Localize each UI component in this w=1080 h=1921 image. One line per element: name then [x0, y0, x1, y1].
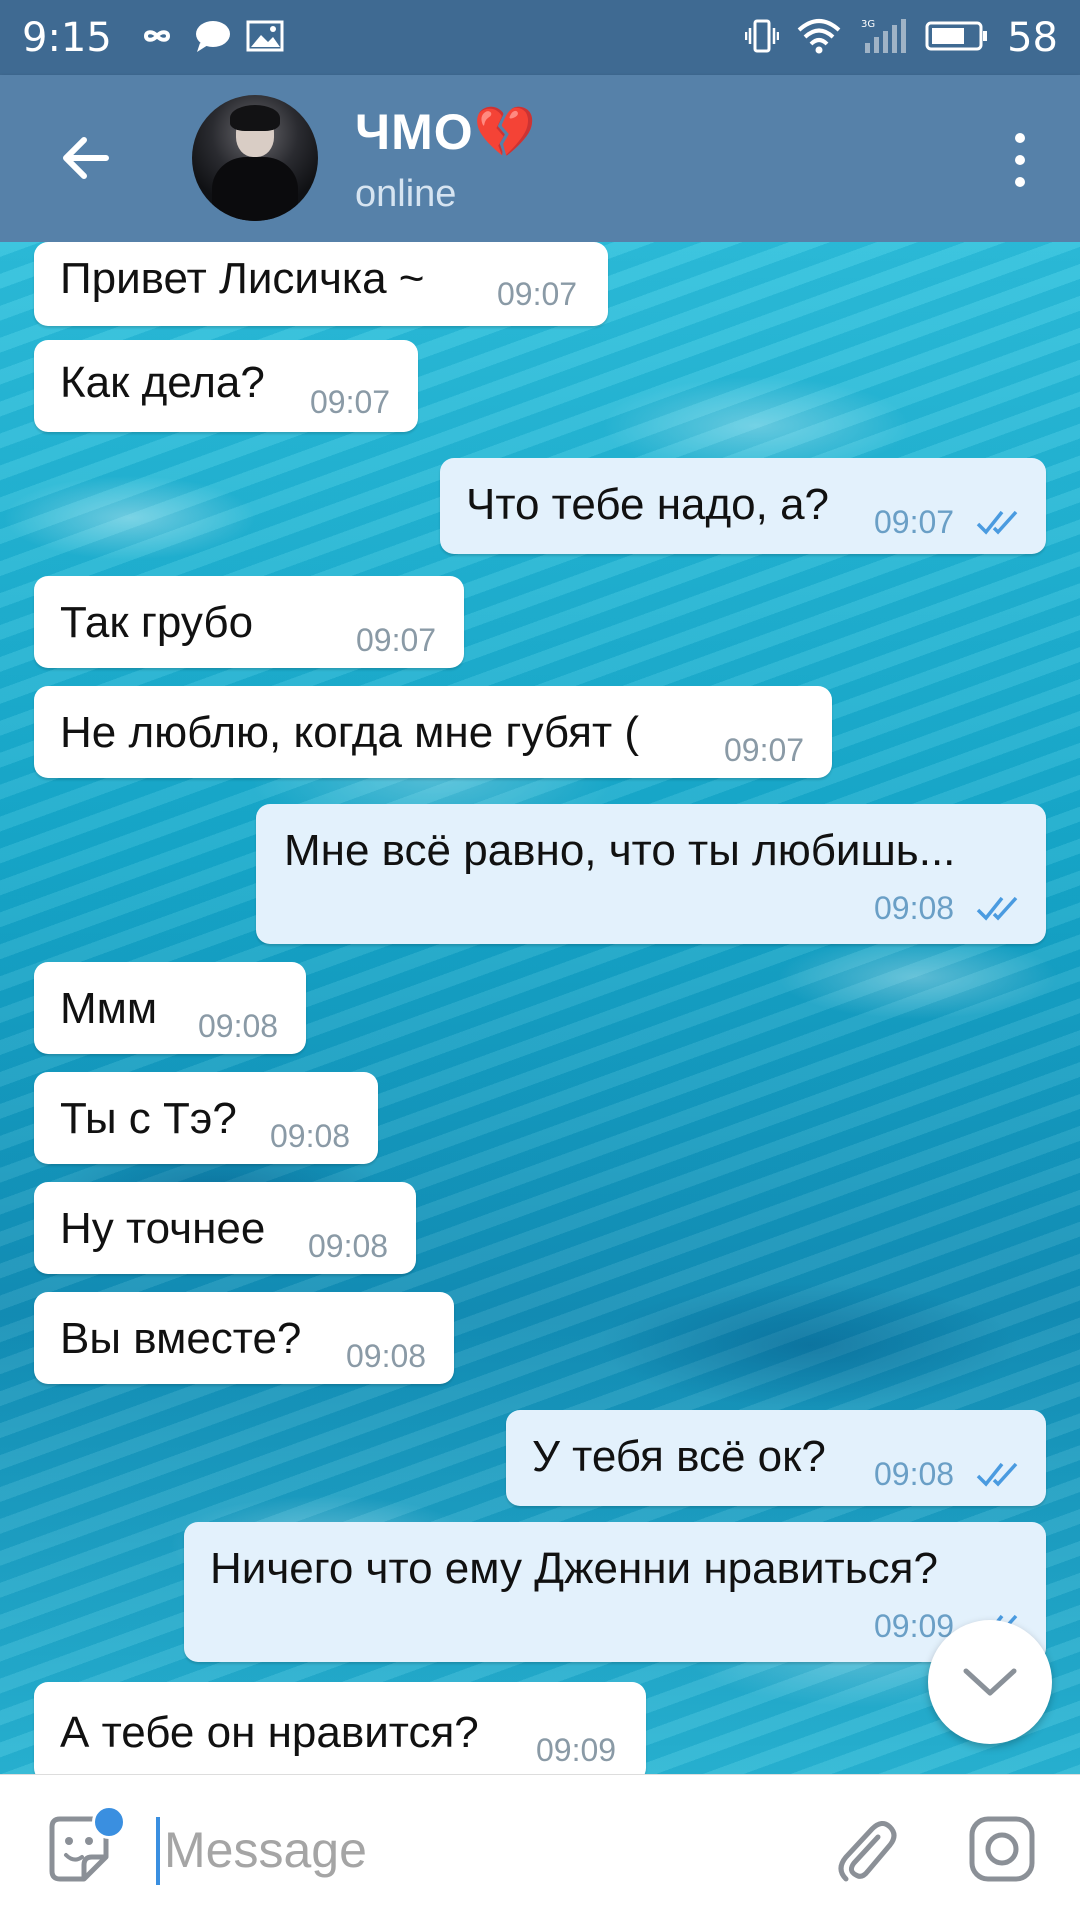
battery-level: 58: [1007, 14, 1058, 61]
read-ticks-icon: [976, 1462, 1018, 1487]
message-time: 09:07: [356, 622, 437, 658]
message-time: 09:08: [874, 890, 955, 926]
message-bubble[interactable]: У тебя всё ок? 09:08: [506, 1410, 1046, 1506]
notification-dot: [92, 1805, 126, 1839]
message-text: У тебя всё ок?: [532, 1432, 826, 1481]
message-time: 09:08: [346, 1338, 427, 1374]
dot-icon: [1015, 177, 1025, 187]
message-time: 09:08: [270, 1118, 351, 1154]
message-text: Привет Лисичка ~: [60, 254, 425, 303]
text-cursor: [156, 1817, 160, 1885]
message-bubble[interactable]: Что тебе надо, а? 09:07: [440, 458, 1046, 554]
message-text: Ничего что ему Дженни нравиться?: [210, 1544, 938, 1593]
message-time: 09:08: [308, 1228, 389, 1264]
message-text: Не люблю, когда мне губят (: [60, 708, 640, 757]
status-bar: 9:15 3G 58: [0, 0, 1080, 75]
message-time: 09:07: [874, 504, 955, 540]
message-composer: [0, 1774, 1080, 1921]
message-bubble[interactable]: Не люблю, когда мне губят ( 09:07: [34, 686, 832, 778]
vibrate-icon: [744, 18, 780, 58]
dot-icon: [1015, 155, 1025, 165]
message-time: 09:08: [198, 1008, 279, 1044]
message-time: 09:07: [497, 276, 578, 312]
message-bubble[interactable]: Так грубо 09:07: [34, 576, 464, 668]
svg-text:3G: 3G: [861, 19, 875, 30]
message-text: Ты с Тэ?: [60, 1094, 237, 1143]
message-text: Вы вместе?: [60, 1314, 302, 1363]
message-time: 09:07: [310, 384, 391, 420]
message-bubble[interactable]: Ммм 09:08: [34, 962, 306, 1054]
message-bubble[interactable]: Вы вместе? 09:08: [34, 1292, 454, 1384]
message-text: Мне всё равно, что ты любишь...: [284, 826, 956, 875]
message-time: 09:07: [724, 732, 805, 768]
chat-status: online: [355, 173, 457, 215]
message-bubble[interactable]: Мне всё равно, что ты любишь... 09:08: [256, 804, 1046, 944]
message-input[interactable]: [162, 1809, 786, 1891]
message-time: 09:09: [874, 1608, 955, 1644]
read-ticks-icon: [976, 510, 1018, 535]
message-text: Ммм: [60, 984, 158, 1033]
avatar[interactable]: [192, 95, 318, 221]
message-text: Что тебе надо, а?: [466, 480, 830, 529]
chat-title[interactable]: ЧМО💔: [355, 103, 537, 162]
message-text: А тебе он нравится?: [60, 1708, 479, 1757]
camera-icon: [969, 1816, 1035, 1882]
attach-button[interactable]: [828, 1815, 900, 1887]
message-time: 09:08: [874, 1456, 955, 1492]
message-text: Так грубо: [60, 598, 254, 647]
battery-icon: [925, 20, 989, 56]
message-bubble[interactable]: А тебе он нравится? 09:09: [34, 1682, 646, 1774]
message-text: Как дела?: [60, 358, 265, 407]
wifi-icon: [797, 18, 841, 58]
infinity-icon: [134, 23, 180, 53]
dot-icon: [1015, 133, 1025, 143]
read-ticks-icon: [976, 896, 1018, 921]
image-icon: [246, 20, 284, 56]
camera-button[interactable]: [966, 1813, 1038, 1885]
chat-bubble-icon: [194, 19, 232, 57]
chevron-down-icon: [963, 1668, 1017, 1696]
message-bubble[interactable]: Ты с Тэ? 09:08: [34, 1072, 378, 1164]
message-time: 09:09: [536, 1732, 617, 1768]
message-list[interactable]: Привет Лисичка ~ 09:07 Как дела? 09:07 Ч…: [0, 242, 1080, 1774]
back-button[interactable]: [52, 125, 118, 191]
signal-icon: 3G: [859, 17, 907, 59]
message-text: Ну точнее: [60, 1204, 266, 1253]
message-bubble[interactable]: Привет Лисичка ~ 09:07: [34, 242, 608, 326]
message-bubble[interactable]: Ничего что ему Дженни нравиться? 09:09: [184, 1522, 1046, 1662]
status-time: 9:15: [22, 14, 112, 61]
more-options-button[interactable]: [1000, 127, 1040, 193]
message-bubble[interactable]: Ну точнее 09:08: [34, 1182, 416, 1274]
chat-header: ЧМО💔 online: [0, 75, 1080, 242]
scroll-to-bottom-button[interactable]: [928, 1620, 1052, 1744]
paperclip-icon: [838, 1821, 897, 1882]
message-bubble[interactable]: Как дела? 09:07: [34, 340, 418, 432]
arrow-left-icon: [63, 137, 109, 179]
